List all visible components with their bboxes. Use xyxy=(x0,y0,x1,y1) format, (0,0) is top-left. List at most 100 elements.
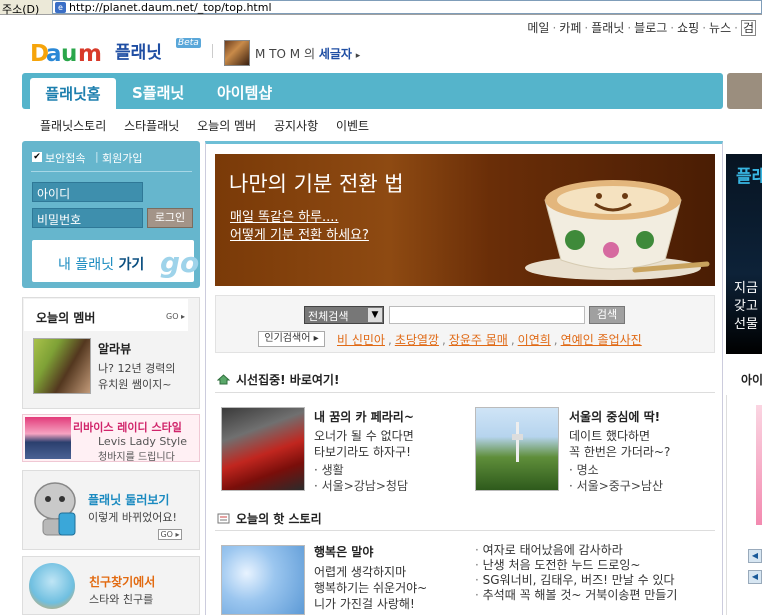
top-nav: 메일 · 카페 · 플래닛 · 블로그 · 쇼핑 · 뉴스 · 검 xyxy=(527,19,756,36)
avatar[interactable] xyxy=(224,40,250,66)
card-line: 오너가 될 수 없다면 xyxy=(314,429,414,443)
card-category[interactable]: · 생활 xyxy=(314,461,344,478)
levis-ad-image xyxy=(25,417,71,459)
speaker-left-icon[interactable]: ◀ xyxy=(748,570,762,584)
member-name[interactable]: 알라뷰 xyxy=(98,340,131,357)
browse-planet-subtitle: 이렇게 바뀌었어요! xyxy=(88,511,177,524)
levis-ad-banner[interactable]: 리바이스 레이디 스타일 Levis Lady Style 청바지를 드립니다 xyxy=(22,414,200,463)
story-section-title: 오늘의 핫 스토리 xyxy=(236,512,322,526)
my-planet-prefix: 내 플래닛 xyxy=(58,257,114,273)
user-planet-link[interactable]: M TO M 의 세글자 ▸ xyxy=(255,45,360,62)
search-button[interactable]: 검색 xyxy=(589,306,625,324)
address-url[interactable]: http://planet.daum.net/_top/top.html xyxy=(69,1,272,14)
hero-line2[interactable]: 어떻게 기분 전환 하세요? xyxy=(230,224,369,243)
subnav-star-planet[interactable]: 스타플래닛 xyxy=(124,119,179,133)
right-item-image[interactable] xyxy=(756,405,762,525)
topnav-shopping[interactable]: 쇼핑 xyxy=(677,21,699,35)
secure-login-label[interactable]: 보안접속 xyxy=(45,150,85,166)
story-link[interactable]: 추석때 꼭 해볼 것~ 거북이송편 만들기 xyxy=(475,588,678,603)
speaker-left-icon[interactable]: ◀ xyxy=(748,549,762,563)
today-member-go[interactable]: GO ▸ xyxy=(166,312,185,321)
chevron-right-icon: ▸ xyxy=(355,51,361,61)
card-line: 데이트 했다하면 xyxy=(569,429,651,443)
popular-keyword[interactable]: 이연희 xyxy=(518,333,551,347)
tab-s-planet[interactable]: S플래닛 xyxy=(132,82,184,103)
username: M TO M xyxy=(255,47,301,61)
story-card-title[interactable]: 행복은 말야 xyxy=(314,543,373,560)
ferrari-thumbnail[interactable] xyxy=(221,407,305,491)
topnav-separator: · xyxy=(734,21,738,35)
hero-banner[interactable]: 나만의 기분 전환 법 매일 똑같은 하루.... 어떻게 기분 전환 하세요? xyxy=(215,154,715,286)
subnav-planet-story[interactable]: 플래닛스토리 xyxy=(40,119,106,133)
svg-text:m: m xyxy=(78,41,102,66)
daum-logo[interactable]: D a u m xyxy=(30,36,112,67)
password-field[interactable]: 비밀번호 xyxy=(32,208,143,228)
subnav-event[interactable]: 이벤트 xyxy=(336,119,369,133)
browse-go-button[interactable]: GO ▸ xyxy=(158,529,182,540)
coffee-cup-image xyxy=(525,180,710,280)
topnav-cafe[interactable]: 카페 xyxy=(559,21,581,35)
topnav-planet[interactable]: 플래닛 xyxy=(591,21,624,35)
popular-keyword[interactable]: 연예인 졸업사진 xyxy=(561,333,642,347)
tab-planet-home[interactable]: 플래닛홈 xyxy=(30,78,116,109)
popular-keyword[interactable]: 비 신민아 xyxy=(337,333,385,347)
friend-find-box[interactable]: 친구찾기에서 스타와 친구를 xyxy=(22,556,200,615)
address-label: 주소(D) xyxy=(2,3,40,16)
search-input[interactable] xyxy=(389,306,585,324)
member-desc-line2: 유치원 쌤이지~ xyxy=(98,378,172,391)
card-title[interactable]: 내 꿈의 카 페라리~ xyxy=(314,408,414,425)
right-section-title: 아이 xyxy=(741,373,762,387)
right-banner-text: 지금 갖고 선물 xyxy=(734,280,758,334)
popular-keyword[interactable]: 장윤주 몸매 xyxy=(449,333,508,347)
service-name[interactable]: 플래닛 xyxy=(115,38,162,63)
story-link[interactable]: 난생 처음 도전한 누드 드로잉~ xyxy=(475,558,677,573)
card-category[interactable]: · 명소 xyxy=(569,461,599,478)
topnav-separator: · xyxy=(627,21,632,35)
popular-keywords-list: 비 신민아, 초당열깡, 장윤주 몸매, 이연희, 연예인 졸업사진 xyxy=(337,331,642,348)
username-suffix: 의 xyxy=(303,47,315,61)
header-divider xyxy=(212,44,213,58)
login-divider xyxy=(31,171,192,172)
card-line: 타보기라도 하자구! xyxy=(314,445,411,459)
card-location[interactable]: · 서울>중구>남산 xyxy=(569,477,663,494)
keyword-separator: , xyxy=(387,333,392,347)
browse-planet-title: 플래닛 둘러보기 xyxy=(88,493,170,507)
story-thumbnail[interactable] xyxy=(221,545,305,615)
tab-item-shop[interactable]: 아이템샵 xyxy=(217,82,272,103)
secure-checkbox[interactable]: ✔ xyxy=(32,152,42,162)
chevron-down-icon[interactable]: ▼ xyxy=(368,308,382,322)
topnav-mail[interactable]: 메일 xyxy=(527,21,549,35)
svg-text:a: a xyxy=(46,41,62,66)
join-link[interactable]: 회원가입 xyxy=(102,150,142,166)
address-input[interactable]: e http://planet.daum.net/_top/top.html xyxy=(52,0,762,14)
topnav-separator: · xyxy=(584,21,589,35)
subnav-notice[interactable]: 공지사항 xyxy=(274,119,318,133)
my-planet-button[interactable]: 내 플래닛 가기 go xyxy=(32,240,199,282)
story-link[interactable]: SG워너비, 김태우, 버즈! 만날 수 있다 xyxy=(475,573,677,588)
browse-planet-box[interactable]: 플래닛 둘러보기 이렇게 바뀌었어요! GO ▸ xyxy=(22,470,200,550)
login-button[interactable]: 로그인 xyxy=(147,208,193,228)
member-photo[interactable] xyxy=(33,338,91,394)
section-divider xyxy=(215,392,715,393)
popular-keywords-label[interactable]: 인기검색어 ▸ xyxy=(258,331,325,347)
tab-bar-extra[interactable] xyxy=(727,73,762,109)
story-card-line: 니가 가진걸 사랑해! xyxy=(314,597,415,611)
topnav-blog[interactable]: 블로그 xyxy=(634,21,667,35)
friend-find-title: 친구찾기에서 xyxy=(89,575,156,589)
sub-nav: 플래닛스토리 스타플래닛 오늘의 멤버 공지사항 이벤트 xyxy=(40,117,383,134)
search-category-select[interactable]: 전체검색 ▼ xyxy=(304,306,384,324)
right-promo-banner[interactable]: 플래 지금 갖고 선물 xyxy=(726,154,762,354)
id-field[interactable]: 아이디 xyxy=(32,182,143,202)
hero-line1[interactable]: 매일 똑같은 하루.... xyxy=(230,206,339,225)
house-icon xyxy=(217,374,230,385)
popular-keyword[interactable]: 초당열깡 xyxy=(395,333,439,347)
card-title[interactable]: 서울의 중심에 딱! xyxy=(569,408,660,425)
card-location[interactable]: · 서울>강남>청담 xyxy=(314,477,408,494)
topnav-news[interactable]: 뉴스 xyxy=(709,21,731,35)
story-link[interactable]: 여자로 태어났음에 감사하라 xyxy=(475,543,677,558)
subnav-today-member[interactable]: 오늘의 멤버 xyxy=(197,119,256,133)
member-desc-line1: 나? 12년 경력의 xyxy=(98,362,176,375)
namsan-tower-thumbnail[interactable] xyxy=(475,407,559,491)
topnav-overflow[interactable]: 검 xyxy=(740,20,756,36)
my-planet-go: 가기 xyxy=(118,257,145,273)
